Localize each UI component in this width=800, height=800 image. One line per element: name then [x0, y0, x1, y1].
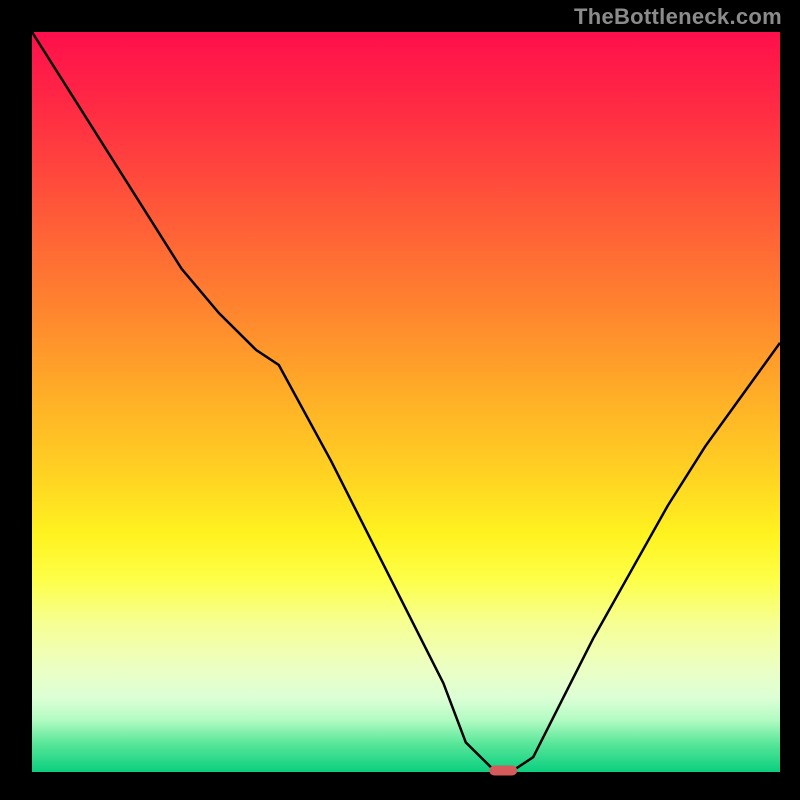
- plot-area: [32, 32, 780, 772]
- chart-svg: [0, 0, 800, 800]
- watermark-text: TheBottleneck.com: [574, 4, 782, 30]
- optimum-marker: [489, 766, 517, 776]
- bottleneck-chart: TheBottleneck.com: [0, 0, 800, 800]
